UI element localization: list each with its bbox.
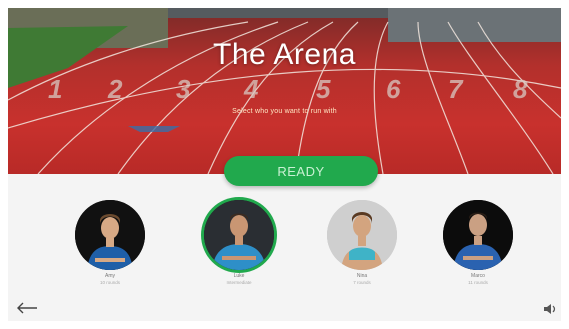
player-name: Marco: [471, 273, 485, 279]
runner-portrait-icon: [75, 200, 145, 270]
svg-text:6: 6: [386, 74, 401, 104]
player-card-amy[interactable]: Amy 10 rounds: [65, 200, 155, 285]
app-frame: 1 2 3 4 5 6 7 8 The Arena Select who you…: [8, 8, 561, 321]
svg-text:2: 2: [107, 74, 123, 104]
page-title: The Arena: [213, 38, 356, 71]
svg-text:8: 8: [513, 74, 528, 104]
svg-text:1: 1: [48, 74, 62, 104]
player-name: Luke: [233, 273, 245, 279]
avatar[interactable]: [327, 200, 397, 270]
page-subtitle: Select who you want to run with: [232, 108, 337, 115]
sound-toggle-button[interactable]: [543, 302, 557, 316]
avatar[interactable]: [75, 200, 145, 270]
player-select-list: Amy 10 rounds Luke Intermediate Nina 7 r…: [8, 194, 561, 304]
player-detail: Intermediate: [226, 280, 252, 285]
player-name: Nina: [356, 273, 368, 279]
hero-track-banner: 1 2 3 4 5 6 7 8 The Arena Select who you…: [8, 8, 561, 174]
avatar-selected[interactable]: [204, 200, 274, 270]
arrow-left-icon: [17, 302, 37, 314]
back-button[interactable]: [16, 300, 42, 318]
runner-portrait-icon: [443, 200, 513, 270]
player-detail: 11 rounds: [468, 280, 488, 285]
runner-portrait-icon: [204, 200, 274, 270]
ready-button[interactable]: READY: [224, 156, 378, 186]
player-name: Amy: [105, 273, 115, 279]
player-card-nina[interactable]: Nina 7 rounds: [317, 200, 407, 285]
runner-portrait-icon: [327, 200, 397, 270]
player-card-marco[interactable]: Marco 11 rounds: [433, 200, 523, 285]
speaker-icon: [544, 304, 556, 314]
svg-text:4: 4: [243, 74, 259, 104]
player-detail: 10 rounds: [99, 280, 120, 285]
avatar[interactable]: [443, 200, 513, 270]
player-detail: 7 rounds: [353, 280, 371, 285]
svg-text:7: 7: [448, 74, 464, 104]
svg-text:3: 3: [176, 74, 191, 104]
player-card-luke[interactable]: Luke Intermediate: [194, 200, 284, 285]
svg-text:5: 5: [316, 74, 331, 104]
running-track-graphic: 1 2 3 4 5 6 7 8: [8, 8, 561, 174]
